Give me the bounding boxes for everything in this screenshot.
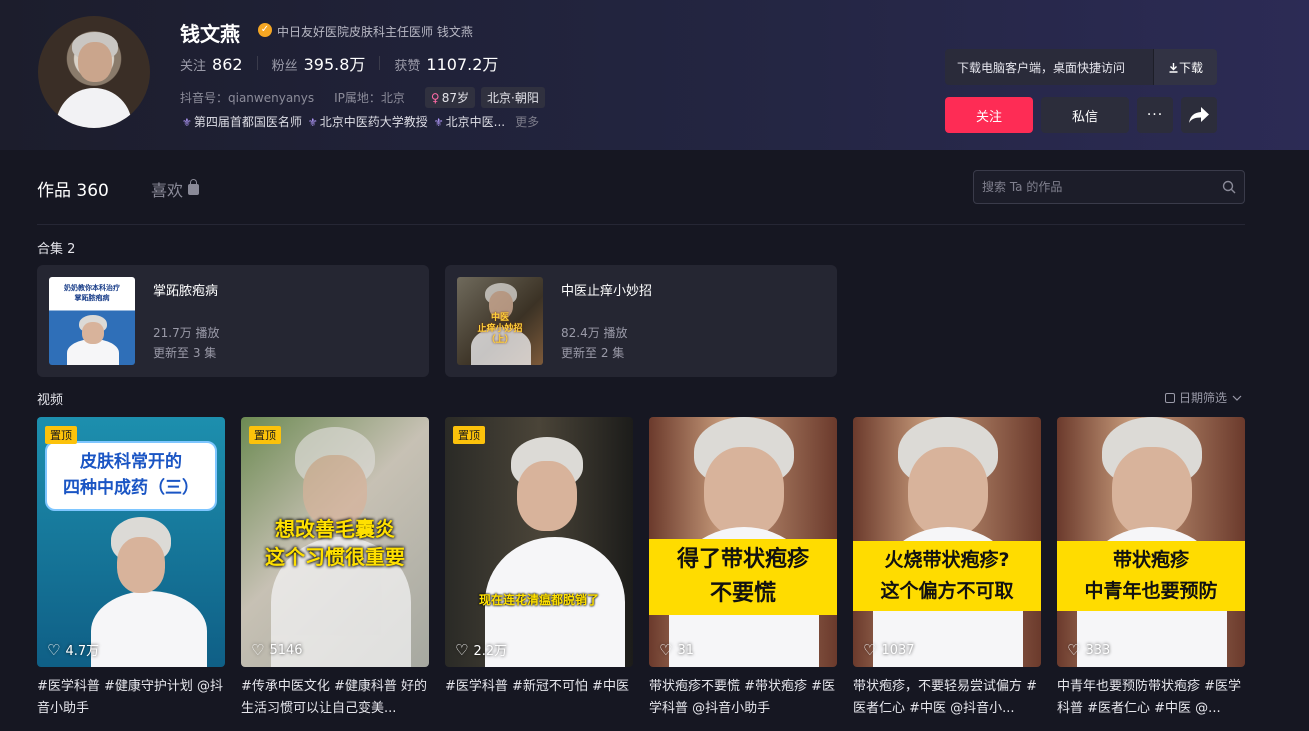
pinned-badge: 置顶 <box>249 426 281 444</box>
collection-title: 掌跖脓疱病 <box>153 284 219 299</box>
video-description[interactable]: #医学科普 #新冠不可怕 #中医 <box>445 676 633 720</box>
video-overlay-text: 想改善毛囊炎 这个习惯很重要 <box>265 517 405 569</box>
heart-icon: ♡ <box>863 641 877 659</box>
share-icon <box>1189 107 1209 123</box>
download-client-bar: 下载电脑客户端，桌面快捷访问 下载 <box>945 49 1217 85</box>
video-likes: ♡ 5146 <box>251 641 303 659</box>
video-description[interactable]: 带状疱疹不要慌 #带状疱疹 #医学科普 @抖音小助手 <box>649 676 837 720</box>
tab-works[interactable]: 作品 360 <box>37 176 109 201</box>
profile-stats: 关注 862 粉丝 395.8万 获赞 1107.2万 <box>180 51 498 75</box>
works-search[interactable] <box>973 170 1245 204</box>
more-honors-link[interactable]: 更多 <box>515 113 539 130</box>
video-likes: ♡ 1037 <box>863 641 915 659</box>
message-button[interactable]: 私信 <box>1041 97 1129 133</box>
video-card[interactable]: 得了带状疱疹 不要慌 ♡ 31 <box>649 417 837 667</box>
video-overlay-text: 得了带状疱疹 不要慌 <box>649 539 837 615</box>
date-filter[interactable]: 日期筛选 <box>1165 389 1243 406</box>
share-button[interactable] <box>1181 97 1217 133</box>
lock-icon <box>188 178 200 195</box>
download-button[interactable]: 下载 <box>1153 49 1217 85</box>
video-likes: ♡ 31 <box>659 641 694 659</box>
age-tag: ♀ 87岁 <box>424 87 475 108</box>
collection-updated: 更新至 3 集 <box>153 346 217 360</box>
honor-item: ⚜ 第四届首都国医名师 <box>182 115 302 129</box>
video-card[interactable]: 置顶 想改善毛囊炎 这个习惯很重要 ♡ 5146 <box>241 417 429 667</box>
gender-icon: ♀ <box>430 91 440 105</box>
collection-thumbnail: 中医 止痒小妙招 （上） <box>457 277 543 365</box>
search-input[interactable] <box>982 180 1222 194</box>
videos-title: 视频 <box>37 393 64 408</box>
video-description[interactable]: 中青年也要预防带状疱疹 #医学科普 #医者仁心 #中医 @... <box>1057 676 1245 720</box>
video-likes: ♡ 2.2万 <box>455 640 508 660</box>
avatar[interactable] <box>38 16 150 128</box>
video-card[interactable]: 带状疱疹 中青年也要预防 ♡ 333 <box>1057 417 1245 667</box>
honor-item: ⚜ 北京中医... <box>433 115 506 129</box>
video-card[interactable]: 置顶 皮肤科常开的 四种中成药（三） ♡ 4.7万 <box>37 417 225 667</box>
video-card[interactable]: 火烧带状疱疹? 这个偏方不可取 ♡ 1037 <box>853 417 1041 667</box>
collection-thumbnail: 奶奶教你本科治疗 掌跖脓疱病 <box>49 277 135 365</box>
video-overlay-text: 火烧带状疱疹? 这个偏方不可取 <box>853 541 1041 611</box>
heart-icon: ♡ <box>455 640 469 659</box>
video-description[interactable]: #传承中医文化 #健康科普 好的生活习惯可以让自己变美... <box>241 676 429 720</box>
download-icon <box>1169 62 1178 73</box>
collection-updated: 更新至 2 集 <box>561 346 625 360</box>
profile-meta: 抖音号：qianwenyanys IP属地：北京 ♀ 87岁 北京·朝阳 <box>180 87 551 108</box>
divider <box>37 224 1245 225</box>
collection-title: 中医止痒小妙招 <box>561 284 653 299</box>
honor-icon: ⚜ <box>182 116 192 129</box>
collection-card[interactable]: 中医 止痒小妙招 （上） 中医止痒小妙招 82.4万 播放 更新至 2 集 <box>445 265 837 377</box>
heart-icon: ♡ <box>1067 641 1081 659</box>
download-text: 下载电脑客户端，桌面快捷访问 <box>957 60 1126 75</box>
chevron-down-icon <box>1232 395 1242 401</box>
follow-button[interactable]: 关注 <box>945 97 1033 133</box>
pinned-badge: 置顶 <box>453 426 485 444</box>
video-overlay-text: 现在连花清瘟都脱销了 <box>478 593 599 607</box>
tab-likes[interactable]: 喜欢 <box>151 177 200 201</box>
ip-location: IP属地：北京 <box>334 91 405 105</box>
video-likes: ♡ 4.7万 <box>47 640 100 660</box>
video-likes: ♡ 333 <box>1067 641 1111 659</box>
collection-plays: 82.4万 播放 <box>561 326 628 340</box>
honor-icon: ⚜ <box>433 116 444 129</box>
heart-icon: ♡ <box>251 641 265 659</box>
location-tag: 北京·朝阳 <box>481 87 545 108</box>
more-options-button[interactable]: ··· <box>1137 97 1173 133</box>
likes-count: 1107.2万 <box>426 55 499 74</box>
likes-label: 获赞 <box>394 59 421 74</box>
verified-icon: ✓ <box>258 23 272 37</box>
calendar-icon <box>1165 392 1175 403</box>
pinned-badge: 置顶 <box>45 426 77 444</box>
verify-text: 中日友好医院皮肤科主任医师 钱文燕 <box>277 25 473 39</box>
honor-icon: ⚜ <box>307 116 318 129</box>
heart-icon: ♡ <box>659 641 673 659</box>
video-description[interactable]: 带状疱疹，不要轻易尝试偏方 #医者仁心 #中医 @抖音小... <box>853 676 1041 720</box>
video-overlay-text: 皮肤科常开的 四种中成药（三） <box>63 452 199 498</box>
video-overlay-text: 带状疱疹 中青年也要预防 <box>1057 541 1245 611</box>
collections-title: 合集 2 <box>37 242 76 257</box>
video-card[interactable]: 置顶 现在连花清瘟都脱销了 ♡ 2.2万 <box>445 417 633 667</box>
search-icon <box>1222 180 1236 194</box>
following-count[interactable]: 862 <box>212 55 243 74</box>
collection-plays: 21.7万 播放 <box>153 326 220 340</box>
douyin-id: 抖音号：qianwenyanys <box>180 91 315 105</box>
video-description[interactable]: #医学科普 #健康守护计划 @抖音小助手 <box>37 676 225 720</box>
fans-count[interactable]: 395.8万 <box>304 51 366 75</box>
collection-card[interactable]: 奶奶教你本科治疗 掌跖脓疱病 掌跖脓疱病 21.7万 播放 更新至 3 集 <box>37 265 429 377</box>
profile-name: 钱文燕 <box>180 22 240 46</box>
heart-icon: ♡ <box>47 640 61 659</box>
honors-list: ⚜ 第四届首都国医名师 ⚜ 北京中医药大学教授 ⚜ 北京中医... 更多 <box>182 113 539 130</box>
fans-label[interactable]: 粉丝 <box>272 55 298 74</box>
following-label[interactable]: 关注 <box>180 55 206 74</box>
honor-item: ⚜ 北京中医药大学教授 <box>307 115 428 129</box>
